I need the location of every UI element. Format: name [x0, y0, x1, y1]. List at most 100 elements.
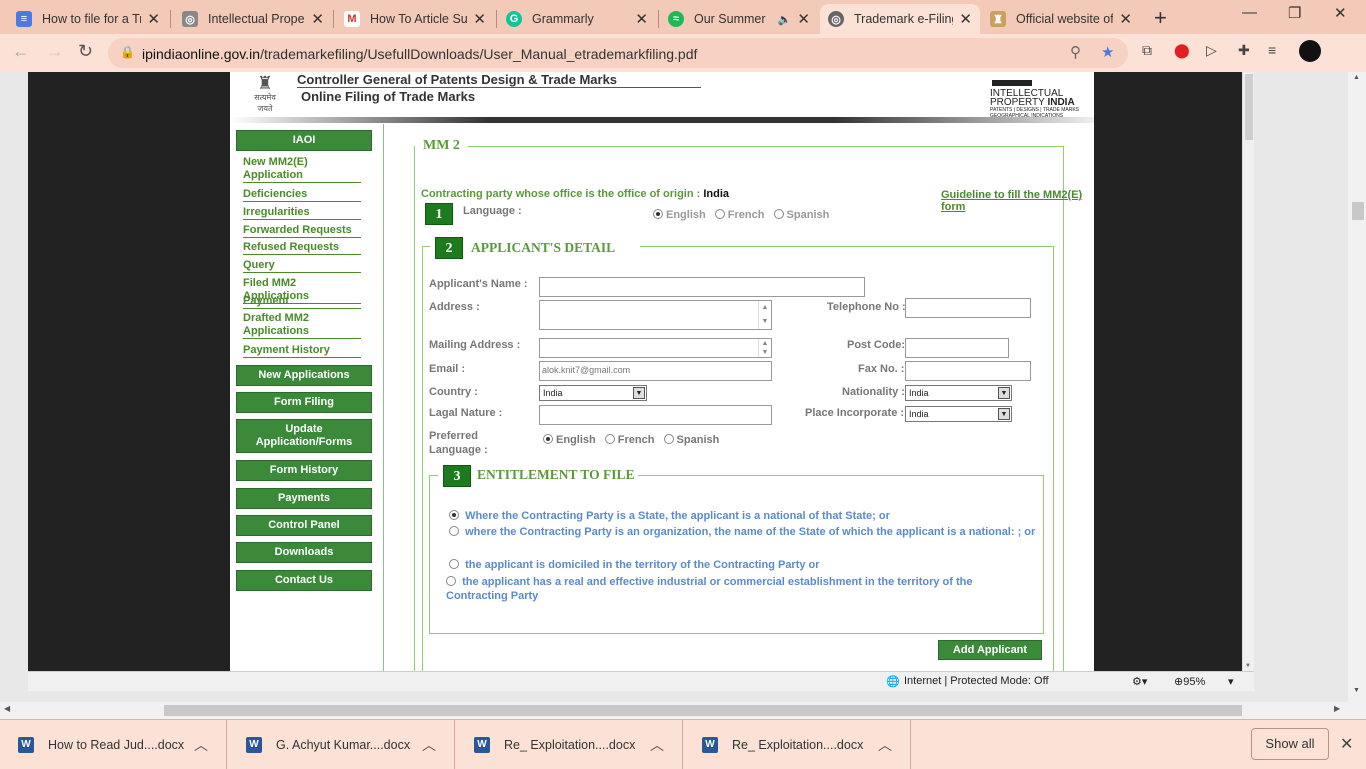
close-icon[interactable]: ✕: [1119, 10, 1132, 28]
radio-english[interactable]: [543, 434, 553, 444]
sidebar-link-new-mm2[interactable]: New MM2(E) Application: [243, 156, 361, 183]
new-applications-button[interactable]: New Applications: [236, 365, 372, 386]
entitlement-option-2[interactable]: where the Contracting Party is an organi…: [449, 525, 1035, 539]
close-icon[interactable]: ✕: [635, 10, 648, 28]
radio-spanish[interactable]: [773, 209, 784, 219]
applicant-name-input[interactable]: [539, 277, 865, 297]
close-icon[interactable]: ✕: [797, 10, 810, 28]
radio-french[interactable]: [714, 209, 725, 219]
entitlement-option-4[interactable]: the applicant has a real and effective i…: [446, 575, 1036, 603]
address-bar[interactable]: 🔒 ipindiaonline.gov.in/trademarkefiling/…: [108, 38, 1128, 68]
tab-4[interactable]: ≈ Our Summer 🔈 ✕: [660, 4, 818, 34]
control-panel-button[interactable]: Control Panel: [236, 515, 372, 536]
close-icon[interactable]: ✕: [1340, 734, 1353, 754]
tab-1[interactable]: ◎ Intellectual Proper ✕: [174, 4, 332, 34]
page-scrollbar[interactable]: ▼: [1242, 72, 1254, 671]
zoom-icon[interactable]: ⚲: [1070, 43, 1081, 61]
place-incorporate-select[interactable]: India ▼: [905, 406, 1012, 422]
new-tab-button[interactable]: +: [1154, 5, 1167, 31]
entitlement-option-1[interactable]: Where the Contracting Party is a State, …: [449, 509, 890, 523]
radio-entitlement-1[interactable]: [449, 510, 459, 520]
legal-nature-input[interactable]: [539, 405, 772, 425]
radio-french[interactable]: [604, 434, 615, 444]
pref-spanish-option[interactable]: Spanish: [663, 434, 719, 446]
chevron-down-icon[interactable]: ▼: [633, 387, 645, 399]
radio-entitlement-4[interactable]: [446, 576, 456, 586]
scroll-arrows-icon[interactable]: ▲ ▼: [758, 301, 771, 329]
horizontal-scroll-thumb[interactable]: [164, 705, 1242, 716]
window-close-button[interactable]: ✕: [1334, 4, 1347, 22]
forward-icon[interactable]: →: [46, 41, 64, 62]
form-history-button[interactable]: Form History: [236, 460, 372, 481]
download-item[interactable]: W Re_ Exploitation....docx ︿: [456, 720, 683, 769]
horizontal-scrollbar[interactable]: ◀ ▶: [0, 702, 1348, 719]
pref-english-option[interactable]: English: [543, 434, 596, 446]
chevron-down-icon[interactable]: ▾: [1228, 675, 1234, 688]
tab-6[interactable]: ♜ Official website of ✕: [982, 4, 1140, 34]
scroll-thumb[interactable]: [1245, 74, 1253, 140]
guideline-link[interactable]: Guideline to fill the MM2(E) form: [941, 189, 1094, 213]
scroll-down-icon[interactable]: ▼: [1353, 687, 1360, 694]
sidebar-link-irregularities[interactable]: Irregularities: [243, 206, 361, 220]
address-textarea[interactable]: ▲ ▼: [539, 300, 772, 330]
radio-entitlement-3[interactable]: [449, 559, 459, 569]
fax-input[interactable]: [905, 361, 1031, 381]
form-filing-button[interactable]: Form Filing: [236, 392, 372, 413]
add-applicant-button[interactable]: Add Applicant: [938, 640, 1042, 660]
close-icon[interactable]: ✕: [147, 10, 160, 28]
scroll-arrows-icon[interactable]: ▲ ▼: [758, 339, 771, 357]
pref-french-option[interactable]: French: [604, 434, 654, 446]
scroll-left-icon[interactable]: ◀: [4, 704, 10, 713]
cursor-icon[interactable]: ▷: [1206, 42, 1217, 59]
mailing-address-textarea[interactable]: ▲ ▼: [539, 338, 772, 358]
close-icon[interactable]: ✕: [473, 10, 486, 28]
radio-spanish[interactable]: [663, 434, 674, 444]
outer-scrollbar[interactable]: ▲ ▼: [1348, 72, 1366, 719]
puzzle-icon[interactable]: ✚: [1238, 42, 1250, 59]
sidebar-link-forwarded[interactable]: Forwarded Requests: [243, 224, 361, 238]
language-english-option[interactable]: English: [653, 209, 706, 221]
close-icon[interactable]: ✕: [311, 10, 324, 28]
chevron-up-icon[interactable]: ︿: [194, 735, 208, 755]
contact-us-button[interactable]: Contact Us: [236, 570, 372, 591]
sidebar-link-payment-history[interactable]: Payment History: [243, 344, 361, 358]
radio-english[interactable]: [653, 209, 663, 219]
outer-scroll-thumb[interactable]: [1352, 202, 1364, 220]
tab-3[interactable]: G Grammarly ✕: [498, 4, 656, 34]
minimize-button[interactable]: —: [1242, 4, 1257, 21]
media-icon[interactable]: ≡: [1268, 42, 1276, 58]
chevron-up-icon[interactable]: ︿: [650, 735, 664, 755]
iaoi-button[interactable]: IAOI: [236, 130, 372, 151]
scroll-down-icon[interactable]: ▼: [1245, 663, 1251, 669]
scroll-right-icon[interactable]: ▶: [1334, 704, 1340, 713]
downloads-button[interactable]: Downloads: [236, 542, 372, 563]
chevron-down-icon[interactable]: ▼: [998, 408, 1010, 420]
entitlement-option-3[interactable]: the applicant is domiciled in the territ…: [449, 558, 820, 572]
chevron-up-icon[interactable]: ︿: [422, 735, 436, 755]
language-spanish-option[interactable]: Spanish: [773, 209, 829, 221]
tab-2[interactable]: M How To Article Sub ✕: [336, 4, 494, 34]
radio-entitlement-2[interactable]: [449, 526, 459, 536]
download-item[interactable]: W G. Achyut Kumar....docx ︿: [228, 720, 455, 769]
payments-button[interactable]: Payments: [236, 488, 372, 509]
download-item[interactable]: W Re_ Exploitation....docx ︿: [684, 720, 911, 769]
lock-icon[interactable]: 🔒: [120, 45, 135, 59]
restore-button[interactable]: ❐: [1288, 4, 1301, 22]
back-icon[interactable]: ←: [12, 41, 30, 62]
extension-icon[interactable]: ⧉: [1142, 42, 1152, 59]
opera-icon[interactable]: ⬤: [1174, 42, 1190, 59]
speaker-icon[interactable]: 🔈: [778, 13, 792, 26]
url-text[interactable]: ipindiaonline.gov.in/trademarkefiling/Us…: [142, 46, 697, 62]
sidebar-link-deficiencies[interactable]: Deficiencies: [243, 188, 361, 202]
sidebar-link-drafted[interactable]: Drafted MM2 Applications: [243, 312, 361, 339]
language-french-option[interactable]: French: [714, 209, 764, 221]
country-select[interactable]: India ▼: [539, 385, 647, 401]
tab-0[interactable]: ≡ How to file for a Tr ✕: [8, 4, 168, 34]
zoom-level[interactable]: ⊕95%: [1174, 675, 1205, 688]
sidebar-link-refused[interactable]: Refused Requests: [243, 241, 361, 255]
reload-icon[interactable]: ↻: [78, 41, 93, 62]
close-icon[interactable]: ✕: [959, 10, 972, 28]
star-icon[interactable]: ★: [1101, 43, 1114, 61]
telephone-input[interactable]: [905, 298, 1031, 318]
chevron-up-icon[interactable]: ︿: [878, 735, 892, 755]
